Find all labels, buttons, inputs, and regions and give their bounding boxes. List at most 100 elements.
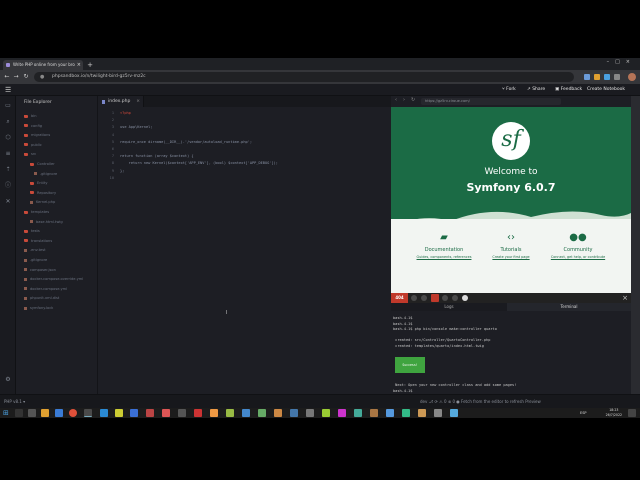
card-documentation[interactable]: ▰ Documentation Guides, components, refe…	[409, 232, 479, 259]
menu-icon[interactable]: ☰	[5, 86, 11, 94]
explorer-item[interactable]: .gitignore	[16, 170, 98, 178]
reload-icon[interactable]: ↻	[411, 97, 415, 103]
app-icon[interactable]	[178, 409, 186, 417]
app-icon[interactable]	[402, 409, 410, 417]
explorer-item[interactable]: .gitignore	[16, 256, 98, 264]
close-icon[interactable]: ×	[77, 60, 81, 70]
share-button[interactable]: ↗ Share	[527, 85, 545, 95]
browser-tab[interactable]: Write PHP online from your bro ×	[3, 60, 83, 70]
user-icon[interactable]	[452, 295, 458, 301]
windows-start-icon[interactable]: ⊞	[3, 409, 11, 417]
close-icon[interactable]: ×	[136, 96, 140, 107]
explorer-item[interactable]: config	[16, 122, 98, 130]
code-line[interactable]: require_once dirname(__DIR__).'/vendor/a…	[120, 140, 252, 144]
app-icon[interactable]	[242, 409, 250, 417]
app-icon[interactable]	[115, 409, 123, 417]
explorer-item[interactable]: src	[16, 150, 98, 158]
avatar[interactable]	[628, 73, 636, 81]
files-icon[interactable]: ▭	[4, 102, 12, 110]
edge-icon[interactable]	[100, 409, 108, 417]
reload-icon[interactable]: ↻	[22, 73, 30, 81]
editor-tab-index-php[interactable]: index.php ×	[98, 96, 144, 107]
extension-icon[interactable]	[584, 74, 590, 80]
explorer-item[interactable]: composer.json	[16, 266, 98, 274]
package-icon[interactable]: ⬡	[4, 134, 12, 142]
status-badge[interactable]: 404	[391, 293, 408, 303]
app-icon[interactable]	[338, 409, 346, 417]
explorer-item[interactable]: translations	[16, 237, 98, 245]
code-line[interactable]: <?php	[120, 111, 131, 115]
explorer-item[interactable]: templates	[16, 208, 98, 216]
notifications-icon[interactable]	[628, 409, 636, 417]
back-icon[interactable]: ‹	[395, 97, 397, 103]
code-line[interactable]: };	[120, 169, 124, 173]
upload-icon[interactable]: ⇡	[4, 166, 12, 174]
symfony-icon[interactable]	[462, 295, 468, 301]
window-controls[interactable]: –□×	[607, 59, 636, 65]
app-icon[interactable]	[370, 409, 378, 417]
code-line[interactable]: return new Kernel($context['APP_ENV'], (…	[120, 161, 278, 165]
mail-icon[interactable]	[55, 409, 63, 417]
terminal[interactable]: bash-4.1$ bash-4.1$ bash-4.1$ php bin/cons…	[391, 311, 631, 394]
app-icon[interactable]	[434, 409, 442, 417]
extension-icon[interactable]	[594, 74, 600, 80]
scrollbar[interactable]	[631, 96, 640, 394]
app-icon[interactable]	[194, 409, 202, 417]
explorer-item[interactable]: Controller	[16, 160, 98, 168]
explorer-item[interactable]: Repository	[16, 189, 98, 197]
card-tutorials[interactable]: ‹› Tutorials Create your first page	[476, 232, 546, 259]
app-icon[interactable]	[146, 409, 154, 417]
search-icon[interactable]	[15, 409, 23, 417]
settings-icon[interactable]: ✕	[4, 198, 12, 206]
app-icon[interactable]	[386, 409, 394, 417]
explorer-item[interactable]: public	[16, 141, 98, 149]
explorer-item[interactable]: docker-compose.yml	[16, 285, 98, 293]
search-icon[interactable]: ⌕	[4, 118, 12, 126]
feedback-button[interactable]: ▣ Feedback	[555, 85, 582, 95]
extension-icon[interactable]	[604, 74, 610, 80]
explorer-item[interactable]: phpunit.xml.dist	[16, 294, 98, 302]
puzzle-icon[interactable]	[614, 74, 620, 80]
explorer-item[interactable]: symfony.lock	[16, 304, 98, 312]
code-editor[interactable]: index.php × 1 <?php 2 3 use App\Kernel; 4 5 req…	[98, 96, 391, 394]
code-line[interactable]: use App\Kernel;	[120, 125, 152, 129]
memory-icon[interactable]	[442, 295, 448, 301]
tab-logs[interactable]: Logs	[391, 303, 507, 311]
app-icon[interactable]	[210, 409, 218, 417]
app-icon[interactable]	[162, 409, 170, 417]
keyboard-language[interactable]: ESP	[580, 408, 587, 418]
app-icon[interactable]	[322, 409, 330, 417]
app-icon[interactable]	[290, 409, 298, 417]
explorer-item[interactable]: Kernel.php	[16, 198, 98, 206]
app-icon[interactable]	[130, 409, 138, 417]
clock[interactable]: 18:23 26/7/2022	[606, 408, 622, 418]
taskview-icon[interactable]	[28, 409, 36, 417]
tab-terminal[interactable]: Terminal	[507, 303, 631, 311]
explorer-item[interactable]: bin	[16, 112, 98, 120]
url-field[interactable]: ● phpsandbox.io/n/twilight-bird-gz5rv-mz…	[34, 72, 574, 82]
preview-url-field[interactable]: https://gz5rv.ciroue.com/	[421, 98, 561, 105]
database-icon[interactable]: ≡	[4, 150, 12, 158]
firefox-icon[interactable]	[69, 409, 77, 417]
app-icon[interactable]	[354, 409, 362, 417]
back-icon[interactable]: ←	[3, 73, 11, 81]
forward-icon[interactable]: ›	[403, 97, 405, 103]
app-icon[interactable]	[226, 409, 234, 417]
code-line[interactable]: return function (array $context) {	[120, 154, 194, 158]
explorer-item[interactable]: Entity	[16, 179, 98, 187]
explorer-item[interactable]: tests	[16, 227, 98, 235]
gear-icon[interactable]: ⚙	[4, 376, 12, 384]
info-icon[interactable]: ⓘ	[4, 182, 12, 190]
explorer-item[interactable]: base.html.twig	[16, 218, 98, 226]
forward-icon[interactable]: →	[12, 73, 20, 81]
app-icon[interactable]	[418, 409, 426, 417]
time-icon[interactable]	[421, 295, 427, 301]
explorer-item[interactable]: docker-compose.override.yml	[16, 275, 98, 283]
app-icon[interactable]	[274, 409, 282, 417]
error-icon[interactable]	[431, 294, 439, 302]
app-icon[interactable]	[306, 409, 314, 417]
app-icon[interactable]	[258, 409, 266, 417]
card-community[interactable]: ●● Community Connect, get help, or contr…	[543, 232, 613, 259]
app-icon[interactable]	[450, 409, 458, 417]
route-icon[interactable]	[411, 295, 417, 301]
